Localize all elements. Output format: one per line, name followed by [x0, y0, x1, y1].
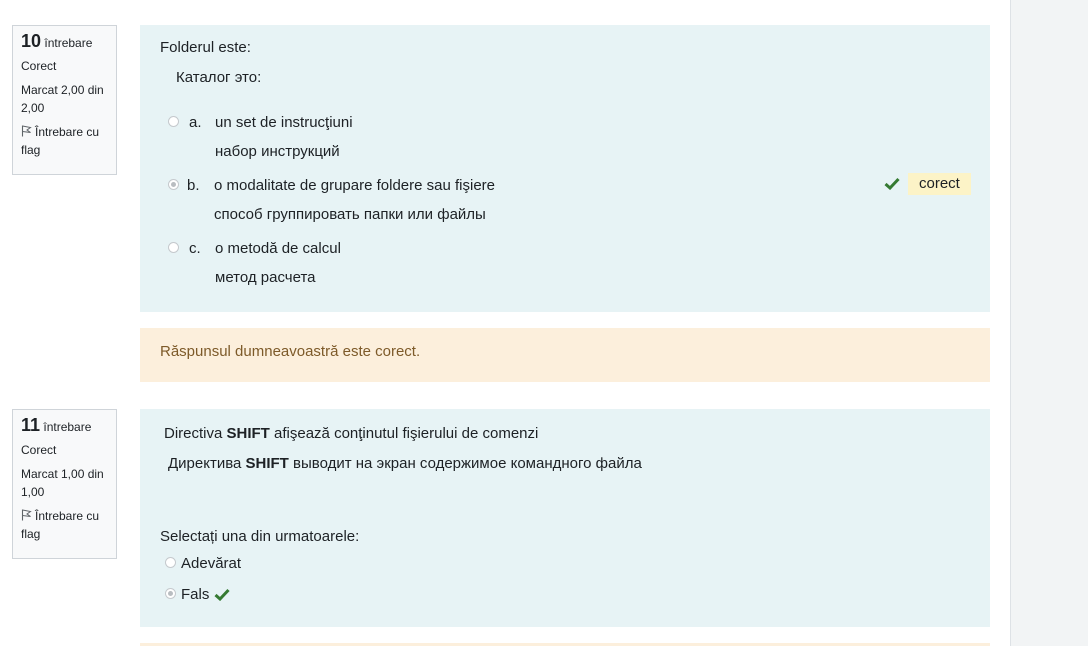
flag-icon — [21, 509, 32, 521]
question-state: Corect — [21, 443, 57, 457]
question-text-ru: Каталог это: — [176, 69, 262, 86]
question-number: 11 întrebare — [21, 415, 92, 435]
option-false-label[interactable]: Fals — [181, 586, 209, 603]
option-c-letter: c. — [189, 240, 201, 257]
question-number: 10 întrebare — [21, 31, 93, 51]
question-info-10: 10 întrebare Corect Marcat 2,00 din 2,00… — [12, 25, 117, 175]
option-true-label[interactable]: Adevărat — [181, 555, 241, 572]
option-false-radio[interactable] — [165, 588, 176, 599]
question-grade: Marcat 2,00 din 2,00 — [21, 83, 104, 115]
check-icon — [884, 177, 900, 190]
option-a-radio[interactable] — [168, 116, 179, 127]
question-info-11: 11 întrebare Corect Marcat 1,00 din 1,00… — [12, 409, 117, 559]
option-b-letter: b. — [187, 177, 200, 194]
question-text-ro: Directiva SHIFT afişează conţinutul fişi… — [164, 425, 539, 442]
option-a-letter: a. — [189, 114, 202, 131]
feedback-text: Răspunsul dumneavoastră este corect. — [160, 343, 421, 360]
flag-question-link[interactable]: Întrebare cu flag — [21, 123, 108, 159]
question-formulation-10: Folderul este: Каталог это: a. un set de… — [140, 25, 990, 312]
correct-badge: corect — [908, 173, 971, 195]
question-state: Corect — [21, 59, 57, 73]
option-b-text-ro[interactable]: o modalitate de grupare foldere sau fişi… — [214, 177, 495, 194]
question-formulation-11: Directiva SHIFT afişează conţinutul fişi… — [140, 409, 990, 627]
check-icon — [214, 588, 230, 601]
right-side-panel — [1010, 0, 1088, 646]
question-text-ro: Folderul este: — [160, 39, 251, 56]
option-c-text-ru[interactable]: метод расчета — [215, 269, 316, 286]
feedback-box-10: Răspunsul dumneavoastră este corect. — [140, 328, 990, 382]
flag-question-link[interactable]: Întrebare cu flag — [21, 507, 108, 543]
question-text-ru: Директива SHIFT выводит на экран содержи… — [168, 455, 642, 472]
option-b-text-ru[interactable]: способ группировать папки или файлы — [214, 206, 486, 223]
option-c-text-ro[interactable]: o metodă de calcul — [215, 240, 341, 257]
option-a-text-ru[interactable]: набор инструкций — [215, 143, 340, 160]
flag-icon — [21, 125, 32, 137]
answer-prompt: Selectați una din urmatoarele: — [160, 528, 360, 545]
question-grade: Marcat 1,00 din 1,00 — [21, 467, 104, 499]
option-b-radio[interactable] — [168, 179, 179, 190]
option-c-radio[interactable] — [168, 242, 179, 253]
option-a-text-ro[interactable]: un set de instrucţiuni — [215, 114, 353, 131]
option-true-radio[interactable] — [165, 557, 176, 568]
